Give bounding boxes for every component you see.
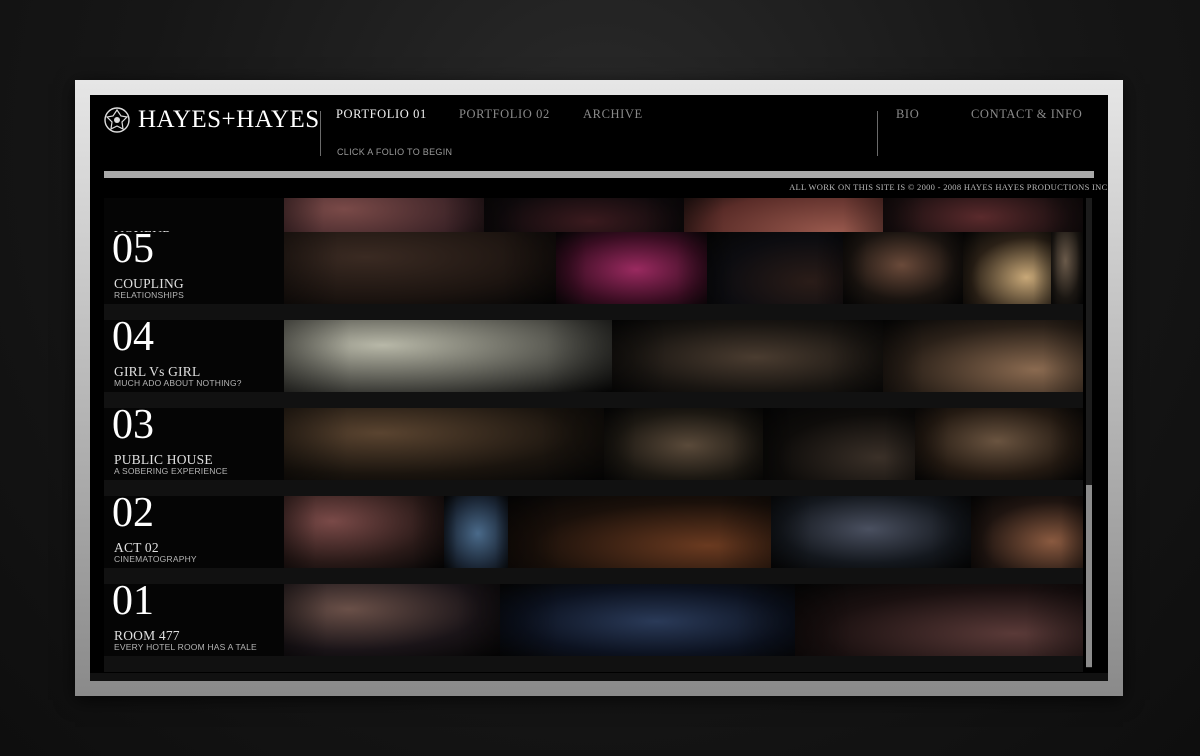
- crest-icon: [104, 107, 130, 133]
- row-separator: [104, 392, 1083, 408]
- header-bar: [104, 171, 1094, 178]
- folio-title: ACT 02: [114, 540, 159, 555]
- folio-thumbnail[interactable]: [771, 496, 972, 568]
- folio-thumbnail[interactable]: [507, 496, 772, 568]
- folio-number: 01: [112, 578, 154, 624]
- folio-subtitle: MUCH ADO ABOUT NOTHING?: [114, 378, 242, 388]
- nav-divider-right: [877, 111, 878, 156]
- folio-label[interactable]: 02 ACT 02 CINEMATOGRAPHY: [104, 492, 284, 568]
- folio-subtitle: RELATIONSHIPS: [114, 290, 184, 300]
- folio-subtitle: EVERY HOTEL ROOM HAS A TALE: [114, 642, 257, 652]
- folio-row[interactable]: 01 ROOM 477 EVERY HOTEL ROOM HAS A TALE: [104, 580, 1083, 656]
- site-screen: HAYES+HAYES PORTFOLIO 01 PORTFOLIO 02 AR…: [90, 95, 1108, 681]
- bottom-bar: [90, 673, 1108, 681]
- copyright-notice: ALL WORK ON THIS SITE IS © 2000 - 2008 H…: [789, 182, 1108, 192]
- folio-thumbnail[interactable]: [915, 408, 1083, 480]
- folio-label[interactable]: 01 ROOM 477 EVERY HOTEL ROOM HAS A TALE: [104, 580, 284, 656]
- row-separator: [104, 656, 1083, 672]
- folio-title: GIRL Vs GIRL: [114, 364, 201, 379]
- folio-label[interactable]: 04 GIRL Vs GIRL MUCH ADO ABOUT NOTHING?: [104, 316, 284, 392]
- folio-thumbnail[interactable]: [763, 408, 916, 480]
- row-separator: [104, 480, 1083, 496]
- folio-hint: CLICK A FOLIO TO BEGIN: [337, 147, 453, 157]
- site-frame: HAYES+HAYES PORTFOLIO 01 PORTFOLIO 02 AR…: [75, 80, 1123, 696]
- row-separator: [104, 304, 1083, 320]
- folio-thumbnail[interactable]: [499, 584, 796, 656]
- folio-row[interactable]: 02 ACT 02 CINEMATOGRAPHY: [104, 492, 1083, 568]
- folio-subtitle: A SOBERING EXPERIENCE: [114, 466, 228, 476]
- folio-row[interactable]: 03 PUBLIC HOUSE A SOBERING EXPERIENCE: [104, 404, 1083, 480]
- folio-thumbnail[interactable]: [603, 408, 764, 480]
- folio-thumbnail[interactable]: [795, 584, 1083, 656]
- folio-thumbnails[interactable]: [284, 408, 1083, 480]
- folio-thumbnail[interactable]: [555, 232, 708, 304]
- folio-thumbnail[interactable]: [284, 408, 604, 480]
- scrollbar-thumb[interactable]: [1086, 485, 1092, 667]
- folio-label[interactable]: 03 PUBLIC HOUSE A SOBERING EXPERIENCE: [104, 404, 284, 480]
- folio-list: VOYEURWHO IS THE VOYEUR?05COUPLINGRELATI…: [104, 198, 1083, 672]
- folio-thumbnail[interactable]: [284, 584, 500, 656]
- nav-archive[interactable]: ARCHIVE: [583, 107, 643, 122]
- folio-thumbnail[interactable]: [284, 320, 612, 392]
- folio-number: 04: [112, 314, 154, 360]
- folio-number: 02: [112, 490, 154, 536]
- folio-thumbnail[interactable]: [883, 320, 1083, 392]
- folio-title: COUPLING: [114, 276, 184, 291]
- folio-thumbnail[interactable]: [843, 232, 964, 304]
- folio-number: 05: [112, 226, 154, 272]
- folio-thumbnail[interactable]: [971, 496, 1083, 568]
- folio-row[interactable]: 04 GIRL Vs GIRL MUCH ADO ABOUT NOTHING?: [104, 316, 1083, 392]
- folio-thumbnails[interactable]: [284, 584, 1083, 656]
- folio-thumbnails[interactable]: [284, 496, 1083, 568]
- brand-name: HAYES+HAYES: [138, 106, 320, 133]
- nav-divider-left: [320, 111, 321, 156]
- folio-label[interactable]: 05 COUPLING RELATIONSHIPS: [104, 228, 284, 304]
- logo[interactable]: HAYES+HAYES: [102, 105, 320, 135]
- folio-thumbnail[interactable]: [611, 320, 884, 392]
- nav-portfolio-02[interactable]: PORTFOLIO 02: [459, 107, 550, 122]
- folio-thumbnail[interactable]: [284, 496, 444, 568]
- folio-subtitle: CINEMATOGRAPHY: [114, 554, 197, 564]
- folio-row[interactable]: 05 COUPLING RELATIONSHIPS: [104, 228, 1083, 304]
- folio-thumbnails[interactable]: [284, 320, 1083, 392]
- folio-title: PUBLIC HOUSE: [114, 452, 213, 467]
- folio-title: ROOM 477: [114, 628, 180, 643]
- row-separator: [104, 568, 1083, 584]
- nav-contact-info[interactable]: CONTACT & INFO: [971, 107, 1082, 122]
- folio-thumbnail[interactable]: [963, 232, 1051, 304]
- folio-thumbnail[interactable]: [284, 232, 556, 304]
- folio-thumbnail[interactable]: [707, 232, 844, 304]
- folio-thumbnail[interactable]: [1051, 232, 1083, 304]
- nav-bio[interactable]: BIO: [896, 107, 919, 122]
- folio-number: 03: [112, 402, 154, 448]
- folio-thumbnails[interactable]: [284, 232, 1083, 304]
- nav-portfolio-01[interactable]: PORTFOLIO 01: [336, 107, 427, 122]
- folio-thumbnail[interactable]: [443, 496, 508, 568]
